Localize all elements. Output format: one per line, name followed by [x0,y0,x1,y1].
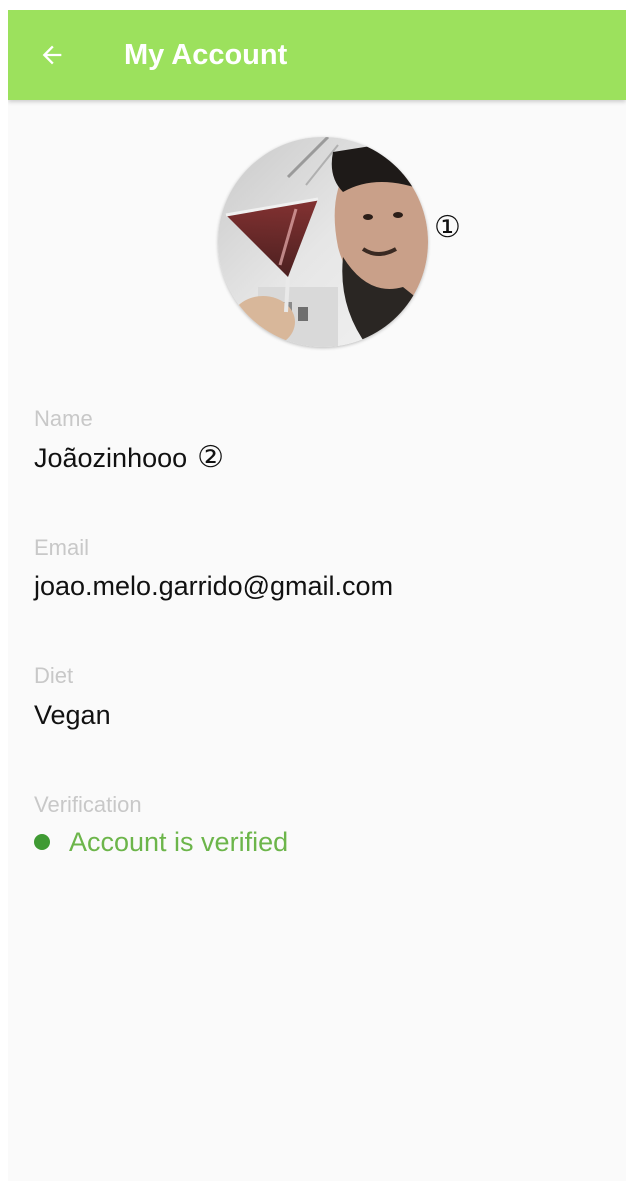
page-title: My Account [124,39,288,71]
verification-status: Account is verified [34,826,288,858]
app-bar: My Account [8,10,626,100]
status-dot-icon [34,834,50,850]
email-value[interactable]: joao.melo.garrido@gmail.com [34,570,393,602]
diet-value[interactable]: Vegan [34,699,111,731]
verification-label: Verification [34,792,142,817]
arrow-left-icon [42,45,62,65]
email-label: Email [34,535,90,560]
account-screen: My Account ① Name Joãozinhooo ② Email jo… [8,10,626,1181]
name-label: Name [34,406,93,431]
profile-photo [218,137,428,347]
avatar-container [218,137,428,347]
annotation-marker-2: ② [197,440,225,475]
name-row[interactable]: Joãozinhooo ② [34,442,224,474]
annotation-marker-1: ① [434,210,461,245]
name-value: Joãozinhooo [34,443,188,473]
avatar[interactable] [218,137,428,347]
diet-label: Diet [34,663,74,688]
back-button[interactable] [30,33,74,77]
verification-value: Account is verified [69,827,289,857]
